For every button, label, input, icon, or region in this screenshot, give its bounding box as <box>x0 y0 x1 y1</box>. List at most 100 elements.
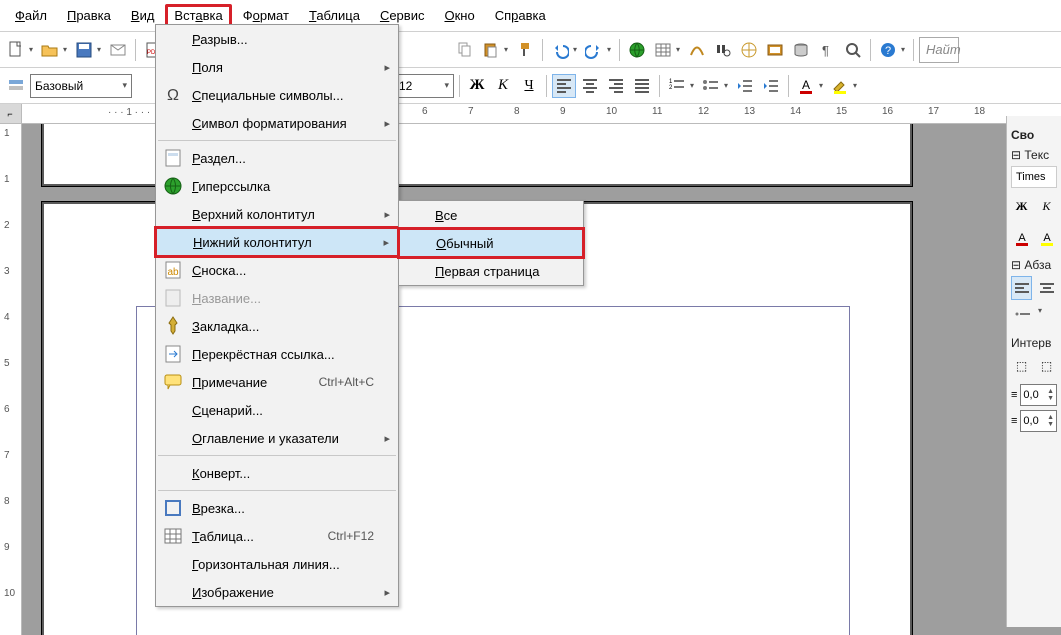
menu-item[interactable]: Горизонтальная линия... <box>156 550 398 578</box>
menu-правка[interactable]: Правка <box>58 4 120 27</box>
paragraph-style-value: Базовый <box>35 79 83 93</box>
numbering-button[interactable]: 12 <box>665 74 689 98</box>
panel-bullets-button[interactable] <box>1011 306 1035 330</box>
menu-item[interactable]: abСноска... <box>156 256 398 284</box>
data-sources-button[interactable] <box>789 38 813 62</box>
zoom-button[interactable] <box>841 38 865 62</box>
vertical-ruler[interactable]: 112345678910 <box>0 124 22 635</box>
space-above-spinner[interactable]: 0,0▲▼ <box>1020 384 1057 406</box>
panel-bold-button[interactable]: Ж <box>1011 194 1032 218</box>
align-left-button[interactable] <box>552 74 576 98</box>
menu-item[interactable]: Перекрёстная ссылка... <box>156 340 398 368</box>
submenu-item[interactable]: Все <box>399 201 583 229</box>
properties-panel[interactable]: Сво ⊟ Текс Times Ж К A A ⊟ Абза ▾ Интерв… <box>1006 116 1061 627</box>
submenu-item[interactable]: Первая страница <box>399 257 583 285</box>
copy-button[interactable] <box>453 38 477 62</box>
align-center-button[interactable] <box>578 74 602 98</box>
dropdown-icon[interactable]: ▾ <box>852 81 858 90</box>
redo-button[interactable] <box>582 38 606 62</box>
italic-button[interactable]: К <box>491 74 515 98</box>
menu-item[interactable]: Таблица...Ctrl+F12 <box>156 522 398 550</box>
format-paintbrush-button[interactable] <box>513 38 537 62</box>
panel-spacing-dec-button[interactable]: ⬚ <box>1036 354 1057 378</box>
menu-item[interactable]: Поля <box>156 53 398 81</box>
dropdown-icon[interactable]: ▾ <box>572 45 578 54</box>
globe-icon <box>162 175 184 197</box>
panel-section-spacing: Интерв <box>1011 336 1057 350</box>
bold-button[interactable]: Ж <box>465 74 489 98</box>
show-draw-button[interactable] <box>685 38 709 62</box>
navigator-button[interactable] <box>737 38 761 62</box>
dropdown-icon[interactable]: ▾ <box>818 81 824 90</box>
dropdown-icon[interactable]: ▾ <box>503 45 509 54</box>
email-button[interactable] <box>106 38 130 62</box>
font-color-button[interactable]: A <box>794 74 818 98</box>
insert-menu-dropdown[interactable]: Разрыв...ПоляΩСпециальные символы...Симв… <box>155 24 399 607</box>
menu-item[interactable]: Верхний колонтитул <box>156 200 398 228</box>
panel-highlight-button[interactable]: A <box>1036 226 1057 250</box>
panel-italic-button[interactable]: К <box>1036 194 1057 218</box>
new-doc-button[interactable] <box>4 38 28 62</box>
menu-item[interactable]: Оглавление и указатели <box>156 424 398 452</box>
dropdown-icon[interactable]: ▾ <box>62 45 68 54</box>
paste-button[interactable] <box>479 38 503 62</box>
panel-font-color-button[interactable]: A <box>1011 226 1032 250</box>
open-button[interactable] <box>38 38 62 62</box>
dropdown-icon[interactable]: ▾ <box>723 81 729 90</box>
dropdown-icon[interactable]: ▾ <box>675 45 681 54</box>
styles-button[interactable] <box>4 74 28 98</box>
indent-decrease-button[interactable] <box>733 74 757 98</box>
panel-spacing-inc-button[interactable]: ⬚ <box>1011 354 1032 378</box>
underline-button[interactable]: Ч <box>517 74 541 98</box>
menu-item[interactable]: Изображение <box>156 578 398 606</box>
undo-button[interactable] <box>548 38 572 62</box>
menu-справка[interactable]: Справка <box>486 4 555 27</box>
nonprinting-button[interactable]: ¶ <box>815 38 839 62</box>
menu-item[interactable]: Врезка... <box>156 494 398 522</box>
table-button[interactable] <box>651 38 675 62</box>
help-button[interactable]: ? <box>876 38 900 62</box>
save-button[interactable] <box>72 38 96 62</box>
dropdown-icon[interactable]: ▾ <box>1037 306 1043 330</box>
panel-align-center-button[interactable] <box>1036 276 1057 300</box>
paragraph-style-combo[interactable]: Базовый▾ <box>30 74 132 98</box>
menu-item[interactable]: Конверт... <box>156 459 398 487</box>
menu-item: Название... <box>156 284 398 312</box>
svg-text:A: A <box>1018 232 1026 244</box>
dropdown-icon[interactable]: ▾ <box>689 81 695 90</box>
menu-item[interactable]: Гиперссылка <box>156 172 398 200</box>
indent-increase-button[interactable] <box>759 74 783 98</box>
hyperlink-button[interactable] <box>625 38 649 62</box>
xref-icon <box>162 343 184 365</box>
dropdown-icon[interactable]: ▾ <box>96 45 102 54</box>
menu-файл[interactable]: Файл <box>6 4 56 27</box>
font-name-combo[interactable]: Times <box>1011 166 1057 188</box>
highlight-button[interactable] <box>828 74 852 98</box>
menu-item[interactable]: ΩСпециальные символы... <box>156 81 398 109</box>
dropdown-icon[interactable]: ▾ <box>28 45 34 54</box>
panel-align-left-button[interactable] <box>1011 276 1032 300</box>
align-justify-button[interactable] <box>630 74 654 98</box>
menu-item[interactable]: Разрыв... <box>156 25 398 53</box>
align-right-button[interactable] <box>604 74 628 98</box>
dropdown-icon[interactable]: ▾ <box>900 45 906 54</box>
gallery-button[interactable] <box>763 38 787 62</box>
menu-item[interactable]: ПримечаниеCtrl+Alt+C <box>156 368 398 396</box>
bullets-button[interactable] <box>699 74 723 98</box>
ruler-corner: ⌐ <box>0 104 22 123</box>
footer-submenu[interactable]: ВсеОбычныйПервая страница <box>398 200 584 286</box>
menu-item[interactable]: Раздел... <box>156 144 398 172</box>
find-button[interactable] <box>711 38 735 62</box>
font-size-combo[interactable]: 12▾ <box>394 74 454 98</box>
search-input[interactable]: Найт <box>919 37 959 63</box>
submenu-item[interactable]: Обычный <box>399 229 583 257</box>
dropdown-icon[interactable]: ▾ <box>606 45 612 54</box>
blank-icon <box>406 232 428 254</box>
space-below-spinner[interactable]: 0,0▲▼ <box>1020 410 1057 432</box>
menu-окно[interactable]: Окно <box>435 4 483 27</box>
menu-item[interactable]: Нижний колонтитул <box>156 228 398 256</box>
menu-item-label: Изображение <box>192 585 374 600</box>
menu-item[interactable]: Сценарий... <box>156 396 398 424</box>
menu-item[interactable]: Символ форматирования <box>156 109 398 137</box>
menu-item[interactable]: Закладка... <box>156 312 398 340</box>
